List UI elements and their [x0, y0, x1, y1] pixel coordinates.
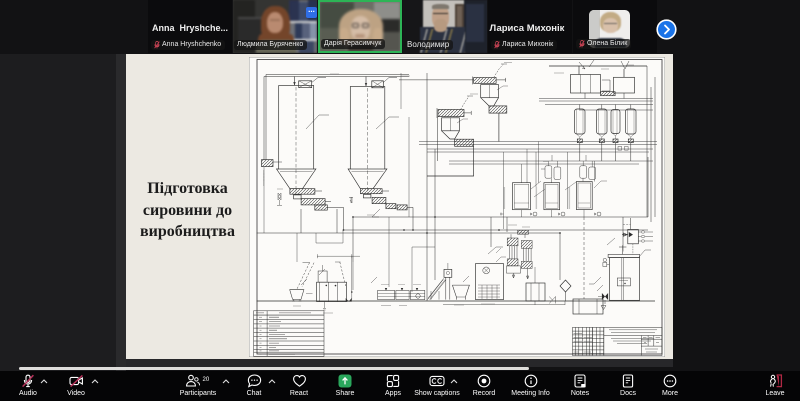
svg-text:20: 20 — [203, 377, 210, 383]
